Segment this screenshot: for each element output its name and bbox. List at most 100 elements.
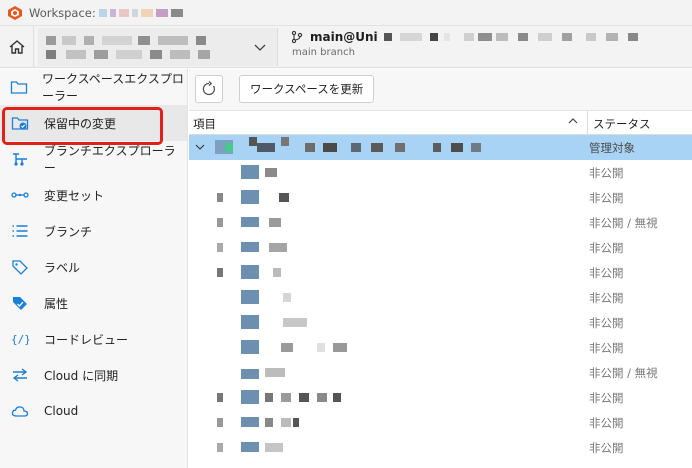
- table-row[interactable]: 非公開: [189, 235, 692, 260]
- cloud-icon: [10, 401, 30, 421]
- folder-icon: [241, 217, 259, 227]
- top-bar: main@Uni main branch: [0, 26, 692, 68]
- sidebar-item-pending-changes[interactable]: 保留中の変更: [0, 105, 187, 145]
- branch-icon: [291, 30, 303, 44]
- sidebar-item-label: ワークスペースエクスプローラー: [42, 72, 184, 103]
- sidebar-item-labels[interactable]: ラベル: [0, 249, 187, 285]
- update-workspace-button[interactable]: ワークスペースを更新: [239, 75, 375, 103]
- toolbar: ワークスペースを更新: [189, 69, 692, 111]
- sidebar-item-label: ブランチエクスプローラー: [43, 144, 176, 175]
- status-cell: 非公開 / 無視: [589, 216, 658, 230]
- folder-icon: [10, 77, 28, 97]
- sidebar-item-label: 保留中の変更: [44, 116, 117, 131]
- table-row[interactable]: 非公開: [189, 435, 692, 460]
- sidebar-item-label: ラベル: [44, 260, 81, 275]
- table-row[interactable]: 非公開: [189, 385, 692, 410]
- redacted: [118, 8, 129, 17]
- refresh-icon: [202, 81, 215, 96]
- sidebar-item-changesets[interactable]: 変更セット: [0, 177, 187, 213]
- sidebar-item-cloud[interactable]: Cloud: [0, 393, 187, 429]
- status-cell: 非公開: [589, 166, 624, 180]
- folder-icon: [241, 340, 259, 354]
- sidebar-item-label: 属性: [44, 296, 69, 311]
- sync-icon: [10, 365, 30, 385]
- status-cell: 管理対象: [589, 141, 635, 155]
- table-row[interactable]: 非公開 / 無視: [189, 360, 692, 385]
- window-title: Workspace:: [29, 5, 96, 20]
- status-cell: 非公開: [589, 441, 624, 455]
- workspace-selector[interactable]: [38, 28, 278, 66]
- chevron-down-icon[interactable]: [195, 142, 205, 152]
- label-icon: [10, 257, 30, 277]
- status-cell: 非公開: [589, 191, 624, 205]
- code-review-icon: {/}: [10, 329, 30, 349]
- status-cell: 非公開: [589, 416, 624, 430]
- table-row[interactable]: 非公開: [189, 260, 692, 285]
- list-icon: [10, 221, 30, 241]
- sidebar-item-label: Cloud に同期: [44, 368, 119, 383]
- home-icon: [9, 40, 24, 54]
- folder-icon: [241, 417, 259, 427]
- status-cell: 非公開: [589, 316, 624, 330]
- branch-indicator[interactable]: main@Uni main branch: [290, 30, 638, 58]
- branch-subtitle: main branch: [292, 47, 355, 58]
- table-header: 項目 ステータス: [189, 111, 692, 135]
- sidebar-item-label: 変更セット: [44, 188, 105, 203]
- column-divider[interactable]: [587, 111, 588, 135]
- status-cell: 非公開: [589, 241, 624, 255]
- sidebar-item-workspace-explorer[interactable]: ワークスペースエクスプローラー: [0, 69, 187, 105]
- branch-explorer-icon: [10, 149, 30, 169]
- column-header-item[interactable]: 項目: [193, 116, 216, 132]
- sidebar-item-label: Cloud: [44, 404, 79, 418]
- folder-icon: [241, 369, 259, 379]
- sidebar-item-label: コードレビュー: [44, 332, 129, 347]
- folder-icon: [241, 290, 259, 304]
- table-row[interactable]: 非公開: [189, 185, 692, 210]
- redacted: [131, 8, 138, 17]
- svg-text:{/}: {/}: [11, 333, 29, 346]
- sidebar-item-label: ブランチ: [44, 224, 93, 239]
- chevron-down-icon: [254, 44, 266, 51]
- table-row[interactable]: 非公開 / 無視: [189, 210, 692, 235]
- branch-name: main@Uni: [310, 30, 378, 44]
- sidebar-item-attributes[interactable]: 属性: [0, 285, 187, 321]
- title-bar: Workspace:: [0, 0, 692, 26]
- redacted: [109, 8, 116, 17]
- sidebar-item-code-review[interactable]: {/} コードレビュー: [0, 321, 187, 357]
- changeset-icon: [10, 185, 30, 205]
- attribute-icon: [10, 293, 30, 313]
- redacted: [155, 8, 168, 17]
- table-row[interactable]: 非公開: [189, 335, 692, 360]
- status-cell: 非公開: [589, 341, 624, 355]
- home-button[interactable]: [0, 26, 34, 68]
- redacted: [140, 8, 153, 17]
- refresh-button[interactable]: [195, 75, 223, 103]
- folder-icon: [241, 315, 259, 329]
- status-cell: 非公開 / 無視: [589, 366, 658, 380]
- folder-icon: [241, 165, 259, 179]
- table-row[interactable]: 非公開: [189, 160, 692, 185]
- pending-changes-icon: [10, 113, 30, 133]
- table-row[interactable]: 非公開: [189, 310, 692, 335]
- sidebar-item-branch-explorer[interactable]: ブランチエクスプローラー: [0, 141, 187, 177]
- folder-icon: [241, 190, 259, 204]
- folder-icon: [241, 390, 259, 404]
- sidebar-item-sync-to-cloud[interactable]: Cloud に同期: [0, 357, 187, 393]
- pending-changes-table: 項目 ステータス 管理対象 非公開 非公開 非公開 / 無視 非公開 非公開 非…: [189, 111, 692, 468]
- folder-icon: [241, 442, 259, 452]
- status-cell: 非公開: [589, 291, 624, 305]
- sidebar: ワークスペースエクスプローラー 保留中の変更 ブランチエクスプローラー 変更セッ…: [0, 69, 188, 468]
- table-row[interactable]: 非公開: [189, 410, 692, 435]
- status-cell: 非公開: [589, 391, 624, 405]
- status-cell: 非公開: [589, 266, 624, 280]
- table-row[interactable]: 管理対象: [189, 135, 692, 160]
- folder-icon: [241, 242, 259, 252]
- redacted: [98, 8, 107, 17]
- column-header-status[interactable]: ステータス: [593, 116, 651, 132]
- sidebar-item-branches[interactable]: ブランチ: [0, 213, 187, 249]
- table-row[interactable]: 非公開: [189, 285, 692, 310]
- folder-icon: [241, 265, 259, 279]
- redacted: [170, 8, 183, 17]
- app-logo-icon: [8, 5, 22, 20]
- sort-ascending-icon[interactable]: [566, 114, 580, 128]
